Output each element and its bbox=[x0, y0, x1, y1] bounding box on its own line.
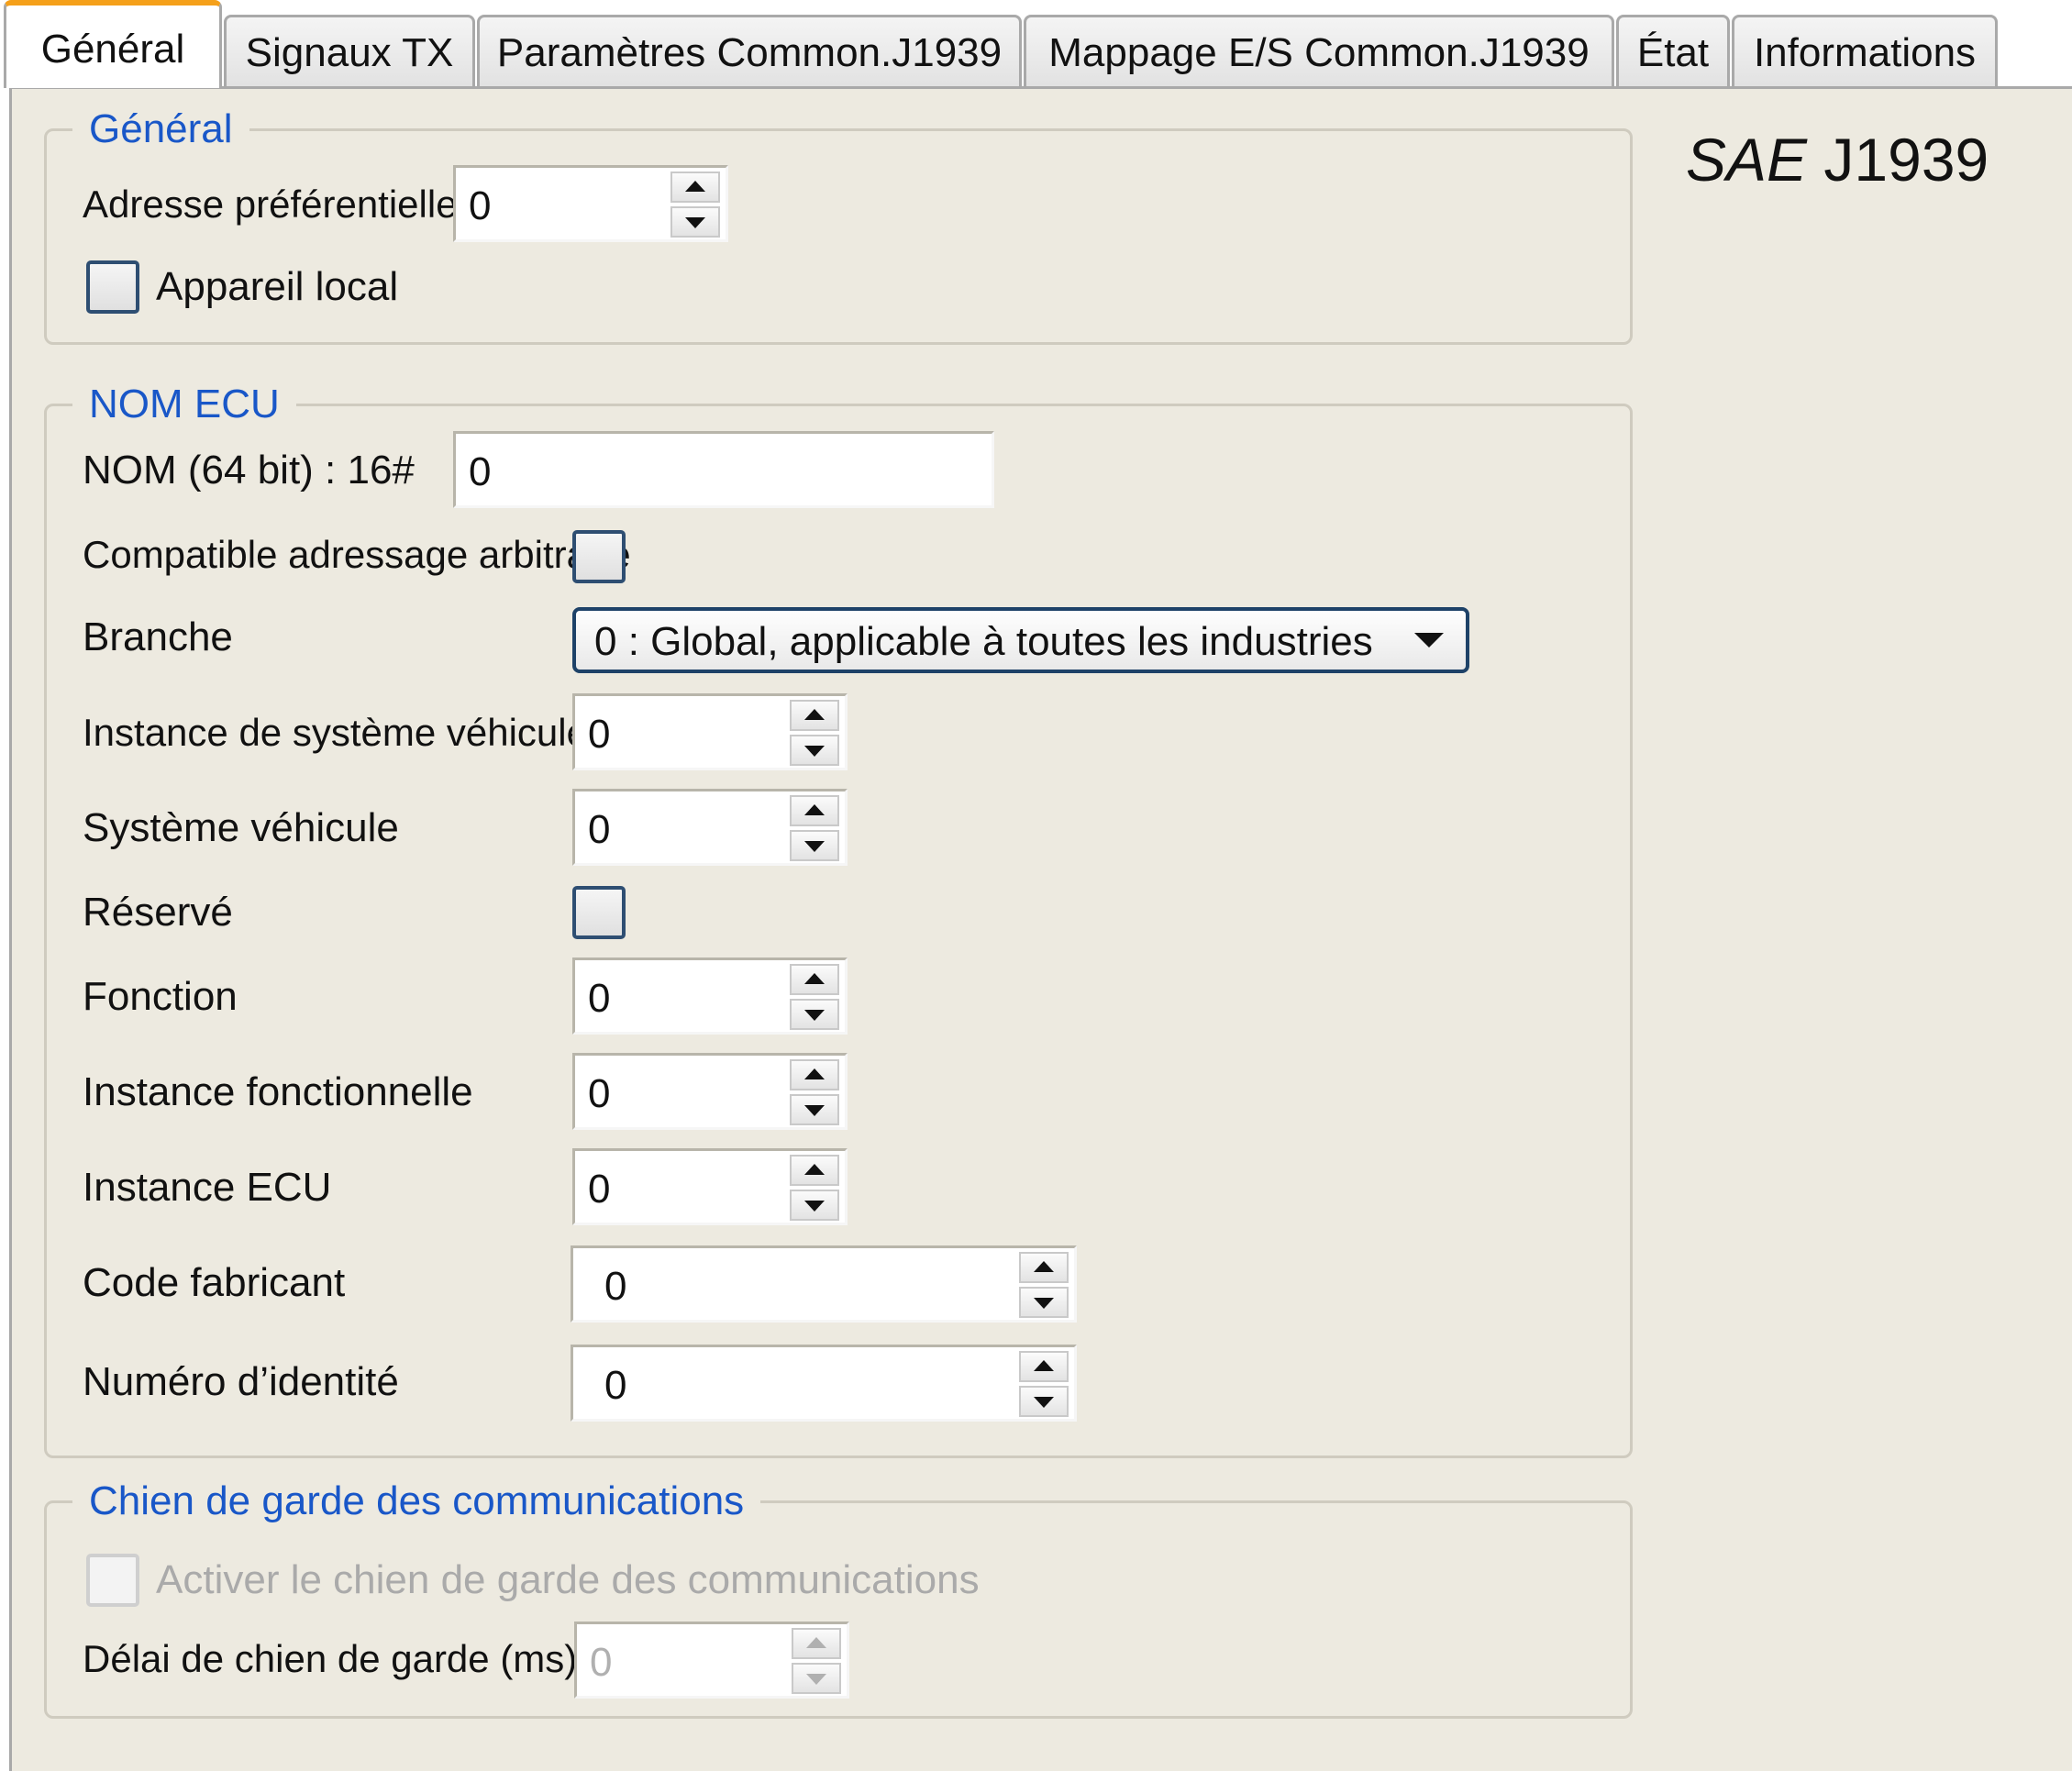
tab-tx-signals[interactable]: Signaux TX bbox=[224, 15, 475, 86]
ecu-instance-spinner[interactable]: 0 bbox=[572, 1148, 848, 1225]
spin-down-button[interactable] bbox=[1019, 1287, 1069, 1318]
arrow-down-icon bbox=[804, 841, 825, 852]
spin-up-button[interactable] bbox=[1019, 1252, 1069, 1283]
preferred-address-value: 0 bbox=[469, 183, 492, 228]
function-instance-value: 0 bbox=[588, 1071, 611, 1116]
ecu-name-input[interactable]: 0 bbox=[453, 431, 994, 508]
tab-information[interactable]: Informations bbox=[1732, 15, 1998, 86]
chevron-down-icon bbox=[1414, 633, 1444, 648]
spin-up-button[interactable] bbox=[670, 172, 720, 203]
general-group: Général bbox=[44, 102, 1633, 345]
spin-down-button[interactable] bbox=[790, 999, 839, 1030]
ecu-name-value: 0 bbox=[469, 449, 492, 494]
identity-number-spinner[interactable]: 0 bbox=[571, 1345, 1077, 1422]
function-value: 0 bbox=[588, 976, 611, 1021]
arbitrary-address-checkbox[interactable] bbox=[572, 530, 626, 583]
brand-title: SAE J1939 bbox=[1686, 125, 1989, 194]
ecu-name-legend: NOM ECU bbox=[72, 377, 296, 432]
branch-value: 0 : Global, applicable à toutes les indu… bbox=[594, 619, 1373, 664]
arrow-down-icon bbox=[1034, 1298, 1054, 1309]
reserved-label: Réservé bbox=[83, 890, 233, 935]
vehicle-system-instance-spinner[interactable]: 0 bbox=[572, 693, 848, 770]
vehicle-system-instance-label: Instance de système véhicule bbox=[83, 711, 588, 754]
vehicle-system-label: Système véhicule bbox=[83, 805, 399, 850]
function-label: Fonction bbox=[83, 974, 238, 1019]
tab-status[interactable]: État bbox=[1616, 15, 1730, 86]
function-instance-label: Instance fonctionnelle bbox=[83, 1069, 473, 1114]
preferred-address-label: Adresse préférentielle : bbox=[83, 183, 479, 226]
arrow-down-icon bbox=[1034, 1397, 1054, 1408]
arrow-up-icon bbox=[1034, 1360, 1054, 1371]
spin-down-button[interactable] bbox=[790, 735, 839, 766]
arrow-up-icon bbox=[804, 804, 825, 815]
spin-up-button[interactable] bbox=[790, 1059, 839, 1090]
arrow-up-icon bbox=[804, 1068, 825, 1079]
general-legend: Général bbox=[72, 102, 249, 157]
arrow-up-icon bbox=[804, 973, 825, 984]
manufacturer-code-spinner[interactable]: 0 bbox=[571, 1245, 1077, 1323]
arrow-down-icon bbox=[806, 1674, 826, 1685]
spin-up-button[interactable] bbox=[790, 1155, 839, 1186]
tab-bar: Général Signaux TX Paramètres Common.J19… bbox=[0, 0, 2072, 88]
watchdog-enable-label: Activer le chien de garde des communicat… bbox=[156, 1557, 980, 1602]
arrow-up-icon bbox=[806, 1637, 826, 1648]
branch-label: Branche bbox=[83, 614, 233, 659]
spin-down-button[interactable] bbox=[792, 1663, 841, 1694]
spin-down-button[interactable] bbox=[790, 1094, 839, 1125]
arrow-down-icon bbox=[804, 1105, 825, 1116]
spin-up-button[interactable] bbox=[792, 1628, 841, 1659]
tab-parameters[interactable]: Paramètres Common.J1939 bbox=[477, 15, 1022, 86]
identity-number-label: Numéro d’identité bbox=[83, 1359, 399, 1404]
arrow-up-icon bbox=[804, 709, 825, 720]
spin-up-button[interactable] bbox=[790, 795, 839, 826]
ecu-name-label: NOM (64 bit) : 16# bbox=[83, 448, 415, 493]
brand-prefix: SAE bbox=[1686, 126, 1808, 194]
manufacturer-code-label: Code fabricant bbox=[83, 1260, 346, 1305]
spin-down-button[interactable] bbox=[790, 830, 839, 861]
ecu-instance-value: 0 bbox=[588, 1167, 611, 1212]
watchdog-delay-spinner[interactable]: 0 bbox=[574, 1622, 849, 1699]
arrow-down-icon bbox=[804, 1010, 825, 1021]
preferred-address-spinner[interactable]: 0 bbox=[453, 165, 728, 242]
spin-down-button[interactable] bbox=[790, 1190, 839, 1221]
vehicle-system-spinner[interactable]: 0 bbox=[572, 789, 848, 866]
spin-down-button[interactable] bbox=[670, 206, 720, 238]
local-device-label: Appareil local bbox=[156, 264, 399, 309]
reserved-checkbox[interactable] bbox=[572, 886, 626, 939]
arrow-down-icon bbox=[685, 217, 705, 228]
arrow-up-icon bbox=[1034, 1261, 1054, 1272]
arrow-up-icon bbox=[804, 1164, 825, 1175]
arrow-down-icon bbox=[804, 746, 825, 757]
brand-suffix: J1939 bbox=[1823, 126, 1989, 194]
arrow-up-icon bbox=[685, 181, 705, 192]
function-instance-spinner[interactable]: 0 bbox=[572, 1053, 848, 1130]
watchdog-delay-value: 0 bbox=[590, 1640, 613, 1685]
vehicle-system-value: 0 bbox=[588, 807, 611, 852]
spin-down-button[interactable] bbox=[1019, 1386, 1069, 1417]
vehicle-system-instance-value: 0 bbox=[588, 712, 611, 757]
spin-up-button[interactable] bbox=[1019, 1351, 1069, 1382]
watchdog-delay-label: Délai de chien de garde (ms) : bbox=[83, 1637, 599, 1680]
function-spinner[interactable]: 0 bbox=[572, 957, 848, 1035]
manufacturer-code-value: 0 bbox=[604, 1264, 627, 1309]
arbitrary-address-label: Compatible adressage arbitraire bbox=[83, 533, 631, 576]
tab-io-mapping[interactable]: Mappage E/S Common.J1939 bbox=[1024, 15, 1614, 86]
identity-number-value: 0 bbox=[604, 1363, 627, 1408]
arrow-down-icon bbox=[804, 1201, 825, 1212]
branch-dropdown[interactable]: 0 : Global, applicable à toutes les indu… bbox=[572, 607, 1469, 673]
watchdog-legend: Chien de garde des communications bbox=[72, 1474, 761, 1529]
ecu-instance-label: Instance ECU bbox=[83, 1165, 332, 1210]
watchdog-enable-checkbox[interactable] bbox=[86, 1554, 139, 1607]
tab-general[interactable]: Général bbox=[4, 0, 222, 88]
local-device-checkbox[interactable] bbox=[86, 260, 139, 314]
spin-up-button[interactable] bbox=[790, 700, 839, 731]
spin-up-button[interactable] bbox=[790, 964, 839, 995]
